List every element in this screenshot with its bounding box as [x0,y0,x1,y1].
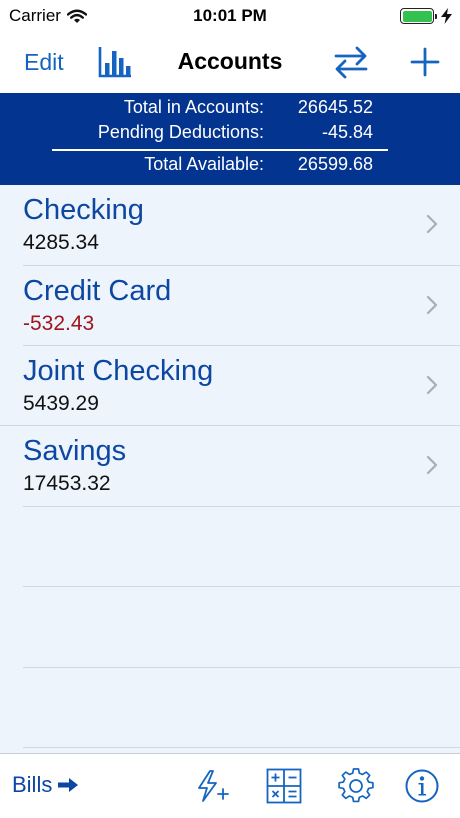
account-name: Savings [23,435,127,467]
battery-level [402,10,432,22]
totals-banner: Total in Accounts: 26645.52 Pending Dedu… [0,93,460,185]
account-balance: 5439.29 [23,392,99,415]
empty-row-separator [23,586,460,587]
accounts-list: Checking 4285.34 Credit Card -532.43 Joi… [0,185,460,753]
pending-deductions-label: Pending Deductions: [97,122,264,142]
pending-deductions-value: -45.84 [321,122,373,142]
chevron-right-icon [426,375,438,395]
page-title: Accounts [177,48,283,74]
gear-icon[interactable] [338,768,374,804]
total-available-row: Total Available: 26599.68 [0,154,460,178]
charging-bolt-icon [441,8,452,24]
account-balance: 4285.34 [23,231,99,254]
status-time: 10:01 PM [193,6,267,25]
total-available-label: Total Available: [144,154,264,174]
bar-chart-icon[interactable] [97,43,133,79]
chevron-right-icon [426,295,438,315]
quick-add-bolt-icon[interactable] [194,768,230,804]
status-right [400,8,452,24]
transfer-arrows-icon[interactable] [332,45,370,79]
info-icon[interactable] [404,768,440,804]
plus-icon[interactable] [407,44,443,80]
edit-button[interactable]: Edit [24,49,64,76]
total-in-accounts-value: 26645.52 [297,97,373,117]
bottom-toolbar: Bills [0,753,460,818]
bills-button[interactable]: Bills [12,772,79,798]
empty-row-separator [23,667,460,668]
chevron-right-icon [426,455,438,475]
totals-divider [52,149,388,151]
chevron-right-icon [426,214,438,234]
bills-label: Bills [12,772,53,797]
account-row-checking[interactable]: Checking 4285.34 [0,185,460,266]
row-separator [23,506,460,507]
status-bar: Carrier 10:01 PM [0,0,460,34]
calculator-icon[interactable] [266,768,302,804]
bills-arrow-icon [58,778,79,792]
account-balance: 17453.32 [23,472,111,495]
nav-bar: Edit Accounts [0,34,460,93]
total-in-accounts-label: Total in Accounts: [123,97,264,117]
battery-cap [434,13,437,19]
total-available-value: 26599.68 [297,154,373,174]
account-row-credit-card[interactable]: Credit Card -532.43 [0,266,460,347]
account-balance: -532.43 [23,312,95,335]
account-name: Joint Checking [23,355,214,387]
account-row-joint-checking[interactable]: Joint Checking 5439.29 [0,346,460,427]
account-row-savings[interactable]: Savings 17453.32 [0,426,460,507]
empty-row-separator [23,747,460,748]
pending-deductions-row: Pending Deductions: -45.84 [0,122,460,146]
account-name: Checking [23,194,144,226]
account-name: Credit Card [23,275,172,307]
total-in-accounts-row: Total in Accounts: 26645.52 [0,97,460,121]
battery-icon [400,8,437,24]
